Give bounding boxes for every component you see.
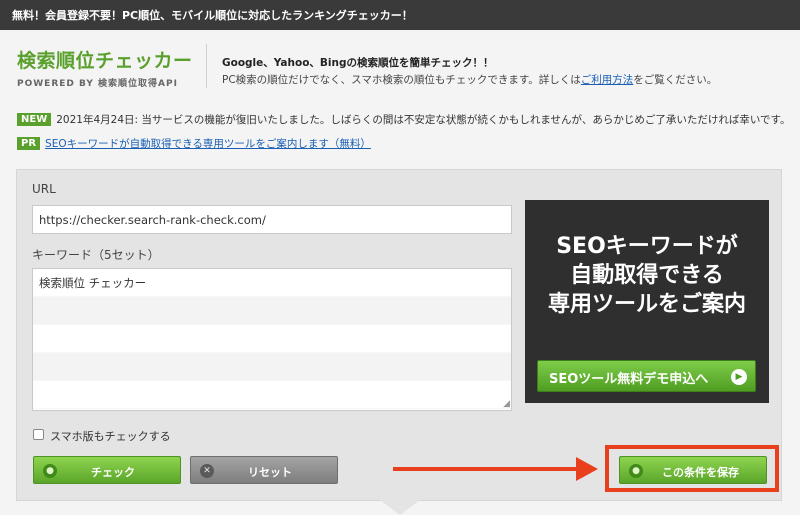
site-header: 検索順位チェッカー POWERED BY 検索順位取得API Google、Ya… xyxy=(0,30,800,100)
keyword-row[interactable] xyxy=(33,353,511,381)
arrow-right-icon: ▶ xyxy=(731,369,747,385)
top-banner: 無料！会員登録不要！PC順位、モバイル順位に対応したランキングチェッカー！ xyxy=(0,0,800,30)
header-divider xyxy=(206,44,207,88)
close-icon: ✕ xyxy=(200,464,214,478)
keyword-label: キーワード（5セット） xyxy=(32,248,160,262)
keyword-row[interactable]: 検索順位 チェッカー xyxy=(33,269,511,297)
top-banner-text: 無料！会員登録不要！PC順位、モバイル順位に対応したランキングチェッカー！ xyxy=(12,9,413,22)
news-notice: NEW 2021年4月24日: 当サービスの機能が復旧いたしました。しばらくの間は… xyxy=(17,112,790,127)
ad-line: 専用ツールをご案内 xyxy=(547,292,746,317)
new-badge: NEW xyxy=(17,113,52,126)
keyword-row[interactable] xyxy=(33,297,511,325)
url-label: URL xyxy=(32,182,56,196)
ad-headline: SEOキーワードが 自動取得できる 専用ツールをご案内 xyxy=(525,232,769,319)
ad-line: 自動取得できる xyxy=(570,263,724,288)
seo-tool-ad[interactable]: SEOキーワードが 自動取得できる 専用ツールをご案内 SEOツール無料デモ申込… xyxy=(525,200,769,403)
header-desc-after: をご覧ください。 xyxy=(633,74,718,86)
url-input[interactable] xyxy=(32,205,512,234)
reset-button[interactable]: ✕ リセット xyxy=(190,456,338,484)
keyword-row[interactable] xyxy=(33,381,511,409)
highlight-box xyxy=(605,445,779,492)
check-button[interactable]: ● チェック xyxy=(33,456,181,484)
logo-subtitle: POWERED BY 検索順位取得API xyxy=(17,79,178,89)
logo-title: 検索順位チェッカー xyxy=(17,50,193,72)
search-icon: ● xyxy=(43,464,57,478)
header-tagline: Google、Yahoo、Bingの検索順位を簡単チェック！！ xyxy=(222,57,494,69)
usage-guide-link[interactable]: ご利用方法 xyxy=(581,74,634,86)
seo-demo-button-label: SEOツール無料デモ申込へ xyxy=(549,372,709,387)
keyword-textarea[interactable]: 検索順位 チェッカー ◢ xyxy=(32,268,512,411)
panel-pointer xyxy=(380,500,420,515)
header-desc-before: PC検索の順位だけでなく、スマホ検索の順位もチェックできます。詳しくは xyxy=(222,74,581,86)
keyword-row[interactable] xyxy=(33,325,511,353)
annotation-arrow-shaft xyxy=(393,467,579,471)
reset-button-label: リセット xyxy=(248,466,292,479)
pr-notice-link[interactable]: SEOキーワードが自動取得できる専用ツールをご案内します（無料） xyxy=(45,138,371,150)
ad-line: SEOキーワードが xyxy=(556,234,738,259)
news-notice-text: 2021年4月24日: 当サービスの機能が復旧いたしました。しばらくの間は不安定… xyxy=(56,114,791,126)
seo-demo-button[interactable]: SEOツール無料デモ申込へ ▶ xyxy=(537,360,756,392)
site-logo[interactable]: 検索順位チェッカー POWERED BY 検索順位取得API xyxy=(17,46,193,89)
pr-notice: PR SEOキーワードが自動取得できる専用ツールをご案内します（無料） xyxy=(17,136,371,151)
mobile-checkbox[interactable] xyxy=(33,429,44,440)
check-button-label: チェック xyxy=(91,466,135,479)
header-description: Google、Yahoo、Bingの検索順位を簡単チェック！！ PC検索の順位だ… xyxy=(222,55,717,89)
header-desc-line: PC検索の順位だけでなく、スマホ検索の順位もチェックできます。詳しくはご利用方法… xyxy=(222,72,717,89)
pr-badge: PR xyxy=(17,137,41,150)
resize-grip-icon[interactable]: ◢ xyxy=(503,399,510,409)
mobile-checkbox-label[interactable]: スマホ版もチェックする xyxy=(50,428,171,444)
annotation-arrow-icon xyxy=(576,457,598,481)
